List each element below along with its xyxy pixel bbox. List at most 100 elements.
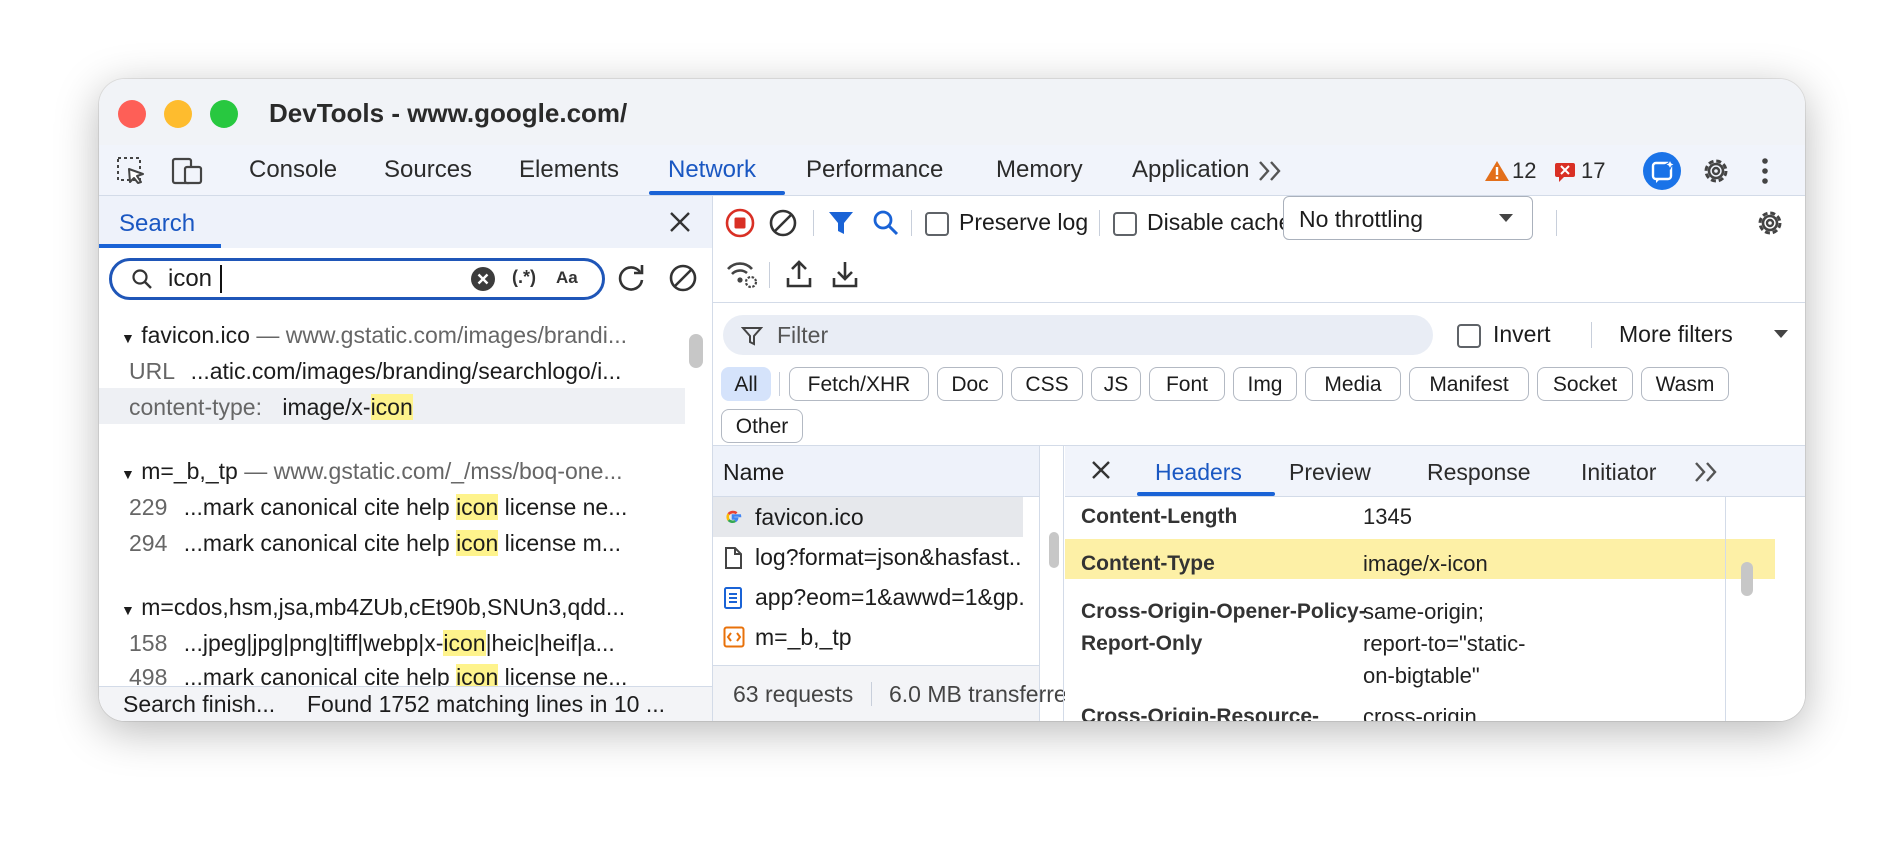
- search-input[interactable]: icon (.*) Aa: [109, 258, 605, 300]
- tab-console[interactable]: Console: [249, 156, 337, 184]
- result-line-label: 294: [129, 530, 168, 556]
- result-line-text: ...mark canonical cite help: [183, 664, 457, 686]
- network-panel: Preserve log Disable cache No throttling: [713, 196, 1805, 721]
- close-details-icon[interactable]: [1089, 458, 1113, 482]
- clear-network-log-icon[interactable]: [768, 208, 798, 238]
- request-list-header: Name: [713, 446, 1039, 497]
- search-result-line[interactable]: URL ...atic.com/images/branding/searchlo…: [129, 358, 621, 385]
- result-match-highlight: icon: [456, 530, 499, 556]
- devtools-window: DevTools - www.google.com/ Console Sourc…: [99, 79, 1805, 721]
- clear-results-icon[interactable]: [667, 262, 699, 294]
- regex-toggle[interactable]: (.*): [512, 267, 536, 288]
- active-tab-indicator: [649, 191, 785, 195]
- tab-response[interactable]: Response: [1427, 459, 1531, 486]
- tab-memory[interactable]: Memory: [996, 156, 1083, 184]
- type-filter-css[interactable]: CSS: [1011, 367, 1083, 401]
- search-result-line[interactable]: 158 ...jpeg|jpg|png|tiff|webp|x-icon|hei…: [129, 630, 615, 657]
- tab-sources[interactable]: Sources: [384, 156, 472, 184]
- warning-count[interactable]: 12: [1512, 158, 1536, 184]
- result-line-text: ...atic.com/images/branding/searchlogo/i…: [190, 358, 622, 384]
- preserve-log-checkbox[interactable]: [925, 212, 949, 236]
- warning-icon: [1485, 161, 1509, 181]
- record-stop-icon[interactable]: [725, 208, 755, 238]
- zoom-window-button[interactable]: [210, 100, 238, 128]
- minimize-window-button[interactable]: [164, 100, 192, 128]
- close-search-icon[interactable]: [667, 209, 693, 235]
- type-filter-img[interactable]: Img: [1233, 367, 1297, 401]
- more-filters-arrow-icon[interactable]: [1773, 329, 1789, 339]
- tab-performance[interactable]: Performance: [806, 156, 943, 184]
- type-filter-font[interactable]: Font: [1149, 367, 1225, 401]
- match-case-toggle[interactable]: Aa: [556, 268, 578, 288]
- more-tabs-chevron-icon[interactable]: [1257, 159, 1285, 183]
- type-filter-wasm[interactable]: Wasm: [1641, 367, 1729, 401]
- type-filter-other[interactable]: Other: [721, 409, 803, 443]
- search-panel: Search icon (.*) Aa ▼ favicon.ico — www.…: [99, 196, 713, 721]
- type-filter-socket[interactable]: Socket: [1537, 367, 1633, 401]
- search-result-file[interactable]: ▼ m=_b,_tp — www.gstatic.com/_/mss/boq-o…: [121, 458, 623, 485]
- invert-checkbox[interactable]: [1457, 324, 1481, 348]
- ai-assistance-button[interactable]: [1643, 152, 1681, 190]
- tab-initiator[interactable]: Initiator: [1581, 459, 1656, 486]
- type-filter-js[interactable]: JS: [1091, 367, 1141, 401]
- tab-network[interactable]: Network: [668, 156, 756, 184]
- refresh-search-icon[interactable]: [615, 262, 647, 294]
- type-filter-doc[interactable]: Doc: [937, 367, 1003, 401]
- close-window-button[interactable]: [118, 100, 146, 128]
- tab-headers[interactable]: Headers: [1155, 459, 1242, 486]
- error-count[interactable]: 17: [1581, 158, 1605, 184]
- search-result-line[interactable]: 294 ...mark canonical cite help icon lic…: [129, 530, 621, 557]
- tab-preview[interactable]: Preview: [1289, 459, 1371, 486]
- result-dash: —: [244, 458, 268, 484]
- name-column-header[interactable]: Name: [723, 459, 784, 486]
- settings-gear-icon[interactable]: [1699, 154, 1733, 188]
- device-toolbar-icon[interactable]: [171, 155, 205, 187]
- transferred-size: 6.0 MB transferred: [889, 681, 1080, 707]
- filter-icon: [741, 327, 763, 346]
- header-value: 1345: [1363, 504, 1412, 529]
- inspect-element-icon[interactable]: [115, 155, 147, 187]
- type-filter-manifest[interactable]: Manifest: [1409, 367, 1529, 401]
- tab-elements[interactable]: Elements: [519, 156, 619, 184]
- throttling-select[interactable]: No throttling: [1283, 196, 1533, 240]
- request-row[interactable]: m=_b,_tp: [713, 617, 1023, 657]
- export-har-download-icon[interactable]: [831, 258, 859, 290]
- type-filter-media[interactable]: Media: [1305, 367, 1401, 401]
- type-filter-fetch-xhr[interactable]: Fetch/XHR: [789, 367, 929, 401]
- search-result-file[interactable]: ▼ favicon.ico — www.gstatic.com/images/b…: [121, 322, 627, 349]
- disable-cache-checkbox[interactable]: [1113, 212, 1137, 236]
- more-options-kebab-icon[interactable]: [1759, 155, 1771, 187]
- filter-input[interactable]: Filter: [723, 315, 1433, 355]
- request-list-scrollbar[interactable]: [1049, 532, 1059, 568]
- expand-triangle-icon: ▼: [121, 330, 135, 346]
- request-row[interactable]: log?format=json&hasfast...: [713, 537, 1023, 577]
- search-result-line[interactable]: 229 ...mark canonical cite help icon lic…: [129, 494, 627, 521]
- result-line-label: 229: [129, 494, 168, 520]
- search-result-file[interactable]: ▼ m=cdos,hsm,jsa,mb4ZUb,cEt90b,SNUn3,qdd…: [121, 594, 625, 621]
- network-conditions-icon[interactable]: [725, 258, 759, 290]
- more-filters-button[interactable]: More filters: [1619, 321, 1733, 348]
- request-row[interactable]: app?eom=1&awwd=1&gp...: [713, 577, 1023, 617]
- request-row[interactable]: favicon.ico: [713, 497, 1023, 537]
- headers-list: Content-Length 1345 Content-Type image/x…: [1065, 497, 1775, 721]
- clear-search-icon[interactable]: [470, 266, 496, 292]
- preserve-log-label: Preserve log: [959, 209, 1089, 235]
- filter-funnel-icon[interactable]: [827, 209, 855, 237]
- disable-cache-label: Disable cache: [1147, 209, 1292, 235]
- details-tab-bar: Headers Preview Response Initiator: [1065, 446, 1805, 497]
- tab-application[interactable]: Application: [1132, 156, 1249, 184]
- search-results-scrollbar[interactable]: [689, 334, 703, 368]
- dropdown-arrow-icon: [1499, 214, 1513, 222]
- toolbar-divider: [1591, 322, 1592, 348]
- type-filter-all[interactable]: All: [721, 367, 771, 401]
- network-settings-gear-icon[interactable]: [1753, 206, 1787, 240]
- more-details-tabs-icon[interactable]: [1693, 460, 1721, 484]
- request-count: 63 requests: [733, 681, 854, 707]
- headers-scrollbar[interactable]: [1741, 562, 1753, 596]
- search-network-icon[interactable]: [871, 208, 901, 238]
- search-result-line[interactable]: content-type: image/x-icon: [129, 394, 413, 421]
- import-har-upload-icon[interactable]: [785, 258, 813, 290]
- search-result-line[interactable]: 498 ...mark canonical cite help icon lic…: [129, 664, 627, 686]
- search-panel-title[interactable]: Search: [119, 210, 195, 238]
- result-file-path: www.gstatic.com/images/brandi...: [285, 322, 627, 348]
